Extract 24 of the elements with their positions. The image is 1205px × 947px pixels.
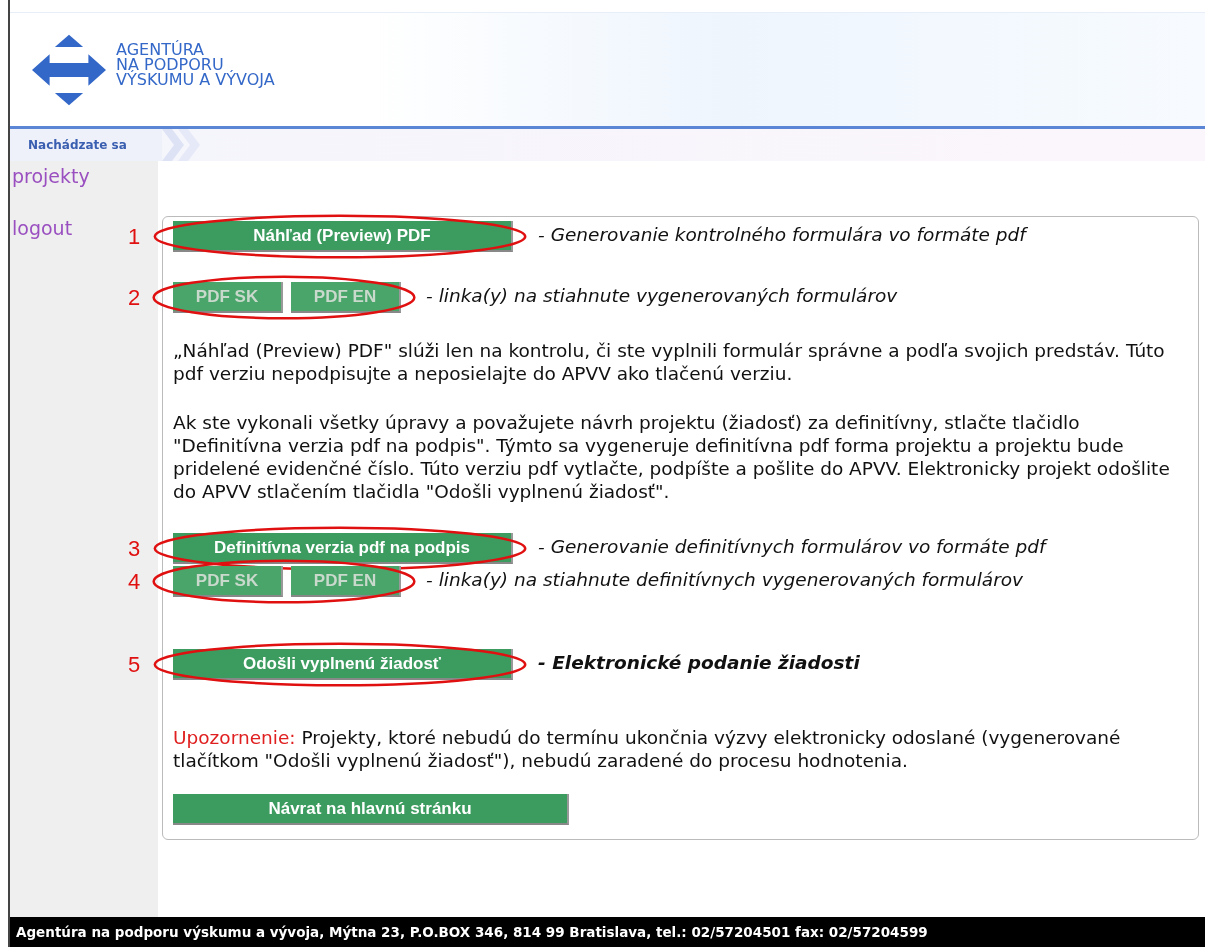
action-button[interactable]: Definitívna verzia pdf na podpis	[173, 533, 513, 564]
button-description: - Generovanie definitívnych formulárov vo formáte pdf	[538, 536, 1046, 557]
button-description: - Generovanie kontrolného formulára vo formáte pdf	[538, 224, 1026, 245]
back-button[interactable]: Návrat na hlavnú stránku	[173, 794, 569, 825]
sidebar-link[interactable]: projekty	[10, 165, 90, 187]
info-paragraph: „Náhľad (Preview) PDF" slúži len na kontrolu, či ste vyplnili formulár správne a podľa svojich predstáv. Túto pdf verziu nepodpisujte a neposielajte do APVV ako tlačenú verziu.	[173, 339, 1166, 385]
action-button[interactable]: Náhľad (Preview) PDF	[173, 221, 513, 252]
action-button[interactable]: Odošli vyplnenú žiadosť	[173, 649, 513, 680]
logo-text: VÝSKUMU A VÝVOJA	[116, 72, 275, 87]
annotation-number: 5	[128, 653, 141, 676]
button-description: - Elektronické podanie žiadosti	[538, 652, 860, 673]
button-description: - linka(y) na stiahnute vygenerovaných formulárov	[426, 285, 898, 306]
annotation-number: 2	[128, 286, 141, 309]
footer-address: Agentúra na podporu výskumu a vývoja, Mýtna 23, P.O.BOX 346, 814 99 Bratislava, tel.: 02/57204501 fax: 02/57204599	[10, 917, 1205, 947]
annotation-number: 1	[128, 225, 141, 248]
annotation-number: 3	[128, 537, 141, 560]
logo-icon	[32, 32, 106, 107]
logo-text: AGENTÚRA	[116, 42, 205, 57]
warning-paragraph: Upozornenie: Projekty, ktoré nebudú do termínu ukončnia výzvy elektronicky odoslané (vygenerované tlačítkom "Odošli vyplnenú žiadosť"), nebudú zaradené do procesu hodnotenia.	[173, 726, 1122, 772]
annotation-number: 4	[128, 570, 141, 593]
info-paragraph: Ak ste vykonali všetky úpravy a považujete návrh projektu (žiadosť) za definitívny, stlačte tlačidlo "Definitívna verzia pdf na podpis". Týmto sa vygeneruje definitívna pdf forma projektu a projektu bude pridelené evidenčné číslo. Túto verziu pdf vytlačte, podpíšte a pošlite do APVV. Elektronicky projekt odošlite do APVV stlačením tlačidla "Odošli vyplnenú žiadosť".	[173, 411, 1171, 503]
button-description: - linka(y) na stiahnute definitívnych vygenerovaných formulárov	[426, 569, 1024, 590]
breadcrumb-label: Nachádzate sa	[10, 129, 162, 161]
sidebar-link[interactable]: logout	[10, 217, 73, 239]
